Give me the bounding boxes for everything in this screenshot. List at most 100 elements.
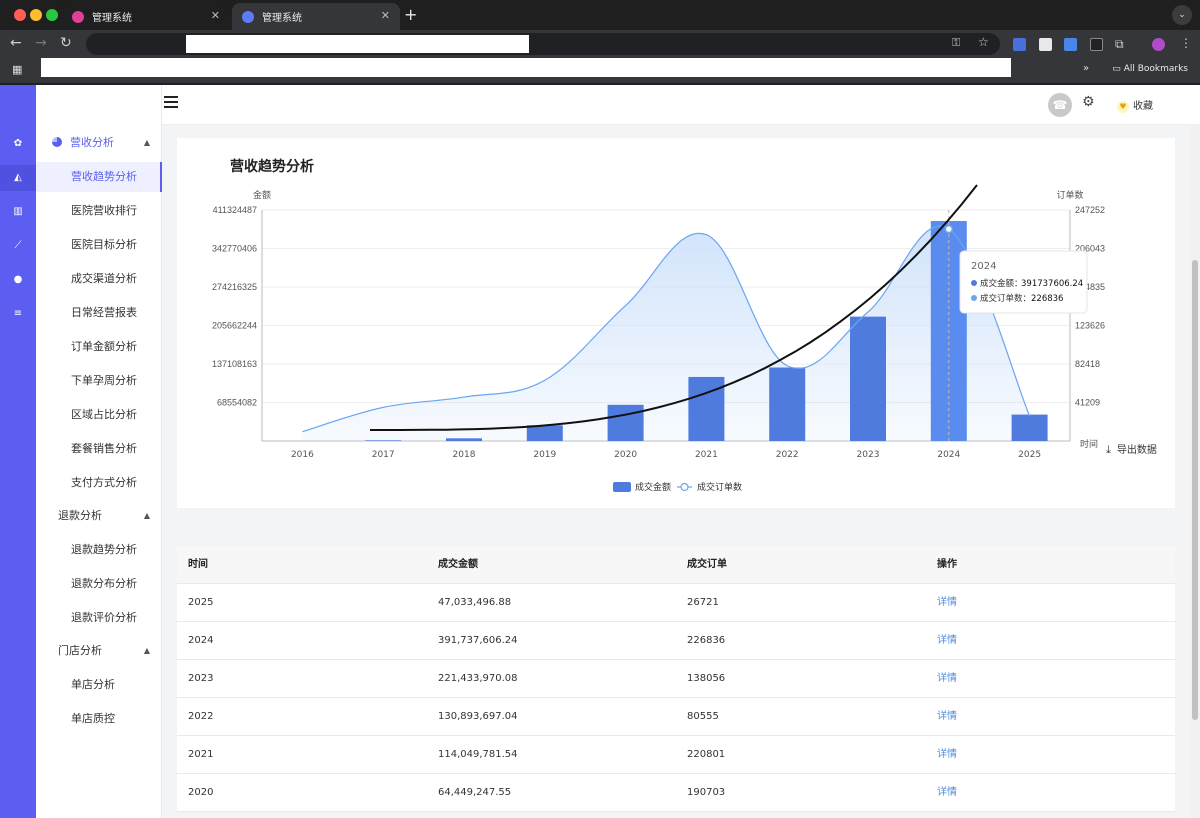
tooltip-amount-label: 成交金额： <box>980 278 1023 289</box>
reload-icon[interactable]: ↻ <box>60 35 72 51</box>
hover-point <box>944 224 954 234</box>
user-avatar[interactable]: ☎ <box>1048 93 1072 117</box>
close-tab-icon[interactable]: ✕ <box>381 9 390 22</box>
line-chart-icon[interactable]: ⟋ <box>0 237 36 255</box>
x-axis-label: 时间 <box>1080 438 1098 450</box>
key-icon[interactable]: ⚿ <box>952 36 960 50</box>
bar-amount <box>1011 414 1048 441</box>
translate-icon[interactable] <box>1064 38 1077 51</box>
extension-icon[interactable] <box>1039 38 1052 51</box>
detail-link[interactable]: 详情 <box>937 584 957 622</box>
data-table: 时间 成交金额 成交订单 操作 2025 47,033,496.88 26721… <box>177 546 1175 812</box>
sidebar-item-store-analysis[interactable]: 单店分析 <box>36 670 162 700</box>
tab-search-icon[interactable]: ⌄ <box>1172 5 1192 25</box>
sidebar-item-hospital-ranking[interactable]: 医院营收排行 <box>36 196 162 226</box>
all-bookmarks-link[interactable]: ▭ All Bookmarks <box>1112 64 1188 74</box>
menu-toggle-icon[interactable] <box>164 96 178 108</box>
database-icon[interactable]: ≡ <box>0 305 36 323</box>
heart-icon: ♥ <box>1117 101 1129 113</box>
bar-amount <box>446 438 482 441</box>
legend-swatch-amount <box>613 482 631 492</box>
sidebar-item-revenue-trend[interactable]: 营收趋势分析 <box>36 162 162 192</box>
tab-title: 管理系统 <box>92 13 132 24</box>
scrollbar-thumb[interactable] <box>1192 260 1198 720</box>
browser-menu-icon[interactable]: ⋮ <box>1180 36 1192 50</box>
folder-icon: ▭ <box>1112 64 1121 74</box>
close-window-button[interactable] <box>14 9 26 21</box>
export-button[interactable]: ⤓ 导出数据 <box>1106 441 1157 457</box>
apps-grid-icon[interactable]: ▦ <box>12 63 22 76</box>
sidebar-item-daily-report[interactable]: 日常经营报表 <box>36 298 162 328</box>
top-header: ☎ ⚙ ♥ 收藏 <box>162 85 1200 125</box>
bookmarks-redacted <box>41 58 1011 77</box>
detail-link[interactable]: 详情 <box>937 660 957 698</box>
table-row: 2023 221,433,970.08 138056 详情 <box>177 660 1175 698</box>
table-header: 时间 成交金额 成交订单 操作 <box>177 546 1175 584</box>
sidebar-item-store-quality[interactable]: 单店质控 <box>36 704 162 734</box>
browser-tab[interactable]: 管理系统 ✕ <box>62 3 230 30</box>
address-bar[interactable]: ⚿ ☆ <box>86 33 1000 55</box>
sidebar-item-order-amount[interactable]: 订单金额分析 <box>36 332 162 362</box>
sidebar-item-refund-trend[interactable]: 退款趋势分析 <box>36 535 162 565</box>
legend-label-orders: 成交订单数 <box>697 481 742 493</box>
minimize-window-button[interactable] <box>30 9 42 21</box>
bar-amount <box>688 376 725 441</box>
x-tick-label: 2023 <box>857 450 880 460</box>
cell-amount: 221,433,970.08 <box>438 673 518 684</box>
users-icon[interactable]: ● <box>0 271 36 289</box>
detail-link[interactable]: 详情 <box>937 698 957 736</box>
cell-orders: 220801 <box>687 749 726 760</box>
detail-link[interactable]: 详情 <box>937 774 957 812</box>
settings-icon[interactable]: ✿ <box>0 135 36 153</box>
zoom-window-button[interactable] <box>46 9 58 21</box>
sidebar-group-refund[interactable]: 退款分析 ▲ <box>36 501 162 531</box>
detail-link[interactable]: 详情 <box>937 622 957 660</box>
table-row: 2024 391,737,606.24 226836 详情 <box>177 622 1175 660</box>
star-icon[interactable]: ☆ <box>978 35 989 49</box>
page-scrollbar[interactable] <box>1190 125 1200 818</box>
x-tick-label: 2018 <box>453 450 476 460</box>
sidebar-item-channel[interactable]: 成交渠道分析 <box>36 264 162 294</box>
sidebar-item-hospital-target[interactable]: 医院目标分析 <box>36 230 162 260</box>
column-header: 成交金额 <box>438 559 478 570</box>
gear-icon[interactable]: ⚙ <box>1082 94 1095 110</box>
sidebar-item-package-sales[interactable]: 套餐销售分析 <box>36 434 162 464</box>
tab-title: 管理系统 <box>262 13 302 24</box>
cell-orders: 190703 <box>687 787 726 798</box>
profile-avatar-icon[interactable] <box>1152 38 1165 51</box>
bar-amount <box>526 425 563 441</box>
tooltip-title: 2024 <box>971 261 996 272</box>
extensions-puzzle-icon[interactable]: ⧉ <box>1115 37 1124 52</box>
close-tab-icon[interactable]: ✕ <box>211 9 220 22</box>
url-redacted <box>186 35 529 53</box>
sidebar-group-store[interactable]: 门店分析 ▲ <box>36 636 162 666</box>
y-right-tick-label: 123626 <box>1075 321 1105 331</box>
extension-icon[interactable] <box>1013 38 1026 51</box>
all-bookmarks-label: All Bookmarks <box>1123 64 1188 74</box>
y-left-tick-label: 411324487 <box>213 205 257 215</box>
cell-orders: 226836 <box>687 635 726 646</box>
y-right-tick-label: 82418 <box>1075 359 1100 369</box>
extension-icon[interactable] <box>1090 38 1103 51</box>
sidebar-item-pregnancy-week[interactable]: 下单孕周分析 <box>36 366 162 396</box>
group-label: 营收分析 <box>70 136 114 149</box>
chart-card: 营收趋势分析 68554082 41209 137108163 82418 205662… <box>177 138 1175 508</box>
detail-link[interactable]: 详情 <box>937 736 957 774</box>
x-tick-label: 2025 <box>1018 450 1041 460</box>
sidebar-item-refund-review[interactable]: 退款评价分析 <box>36 603 162 633</box>
sidebar-item-region-share[interactable]: 区域占比分析 <box>36 400 162 430</box>
forward-icon[interactable]: → <box>35 35 47 51</box>
favorite-button[interactable]: ♥ 收藏 <box>1117 97 1153 113</box>
sidebar-item-refund-distribution[interactable]: 退款分布分析 <box>36 569 162 599</box>
more-bookmarks-icon[interactable]: » <box>1083 63 1089 74</box>
sidebar-group-revenue[interactable]: 营收分析 ▲ <box>36 128 162 158</box>
area-chart-icon[interactable]: ◭ <box>0 165 36 191</box>
cell-amount: 64,449,247.55 <box>438 787 512 798</box>
browser-tab-active[interactable]: 管理系统 ✕ <box>232 3 400 30</box>
back-icon[interactable]: ← <box>10 35 22 51</box>
table-row: 2025 47,033,496.88 26721 详情 <box>177 584 1175 622</box>
new-tab-icon[interactable]: + <box>404 5 417 24</box>
sidebar-item-payment-method[interactable]: 支付方式分析 <box>36 468 162 498</box>
y-left-tick-label: 137108163 <box>212 359 257 369</box>
bar-chart-icon[interactable]: ▥ <box>0 203 36 221</box>
